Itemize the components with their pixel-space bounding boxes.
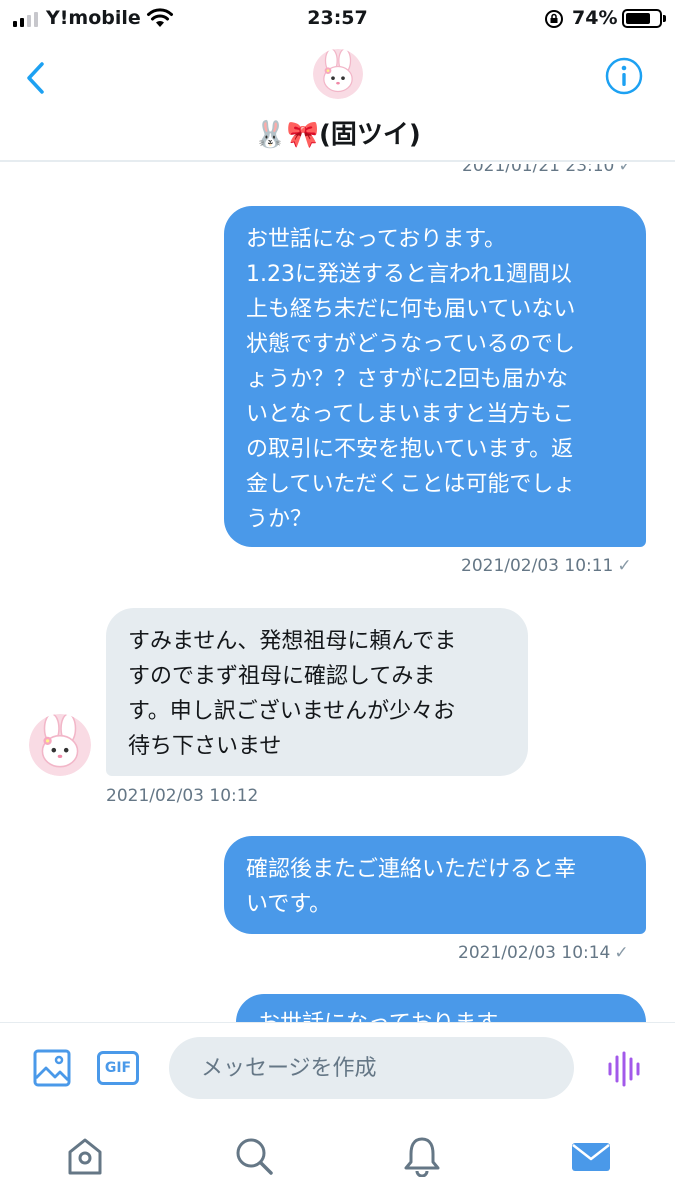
battery-icon — [622, 9, 662, 28]
message-timestamp: 2021/02/03 10:11 ✓ — [461, 556, 632, 576]
message-input[interactable] — [169, 1037, 574, 1099]
home-icon — [68, 1138, 102, 1175]
battery-cap — [663, 15, 666, 22]
message-timestamp: 2021/02/03 10:14 ✓ — [458, 943, 629, 963]
tab-notifications[interactable] — [400, 1134, 444, 1178]
outgoing-message[interactable]: お世話になっております。 — [236, 994, 646, 1022]
message-composer: GIF — [0, 1022, 675, 1112]
image-icon[interactable] — [33, 1049, 71, 1087]
chevron-left-icon[interactable] — [20, 58, 52, 98]
sent-check-icon: ✓ — [618, 164, 633, 176]
outgoing-message[interactable]: 確認後またご連絡いただけると幸 いです。 — [224, 836, 646, 934]
sent-check-icon: ✓ — [617, 556, 632, 576]
rotation-lock-icon — [545, 10, 563, 28]
voice-waveform-icon[interactable] — [606, 1051, 642, 1087]
bunny-character-avatar — [313, 49, 363, 99]
tab-search[interactable] — [232, 1134, 276, 1178]
battery-fill — [626, 13, 650, 24]
battery-percentage: 74% — [572, 7, 618, 29]
message-timestamp: 2021/01/21 23:10 ✓ — [462, 164, 633, 176]
tab-messages[interactable] — [569, 1134, 613, 1178]
conversation-avatar[interactable] — [313, 49, 363, 99]
status-bar: Y!mobile 23:57 74% — [0, 0, 675, 38]
search-icon — [236, 1138, 273, 1175]
messages-icon — [572, 1143, 610, 1171]
sender-avatar[interactable] — [29, 714, 91, 776]
conversation-title: 🐰🎀(固ツイ) — [254, 120, 421, 150]
gif-button[interactable]: GIF — [97, 1051, 139, 1085]
conversation-header: 🐰🎀(固ツイ) — [0, 38, 675, 162]
outgoing-message[interactable]: お世話になっております。 1.23に発送すると言われ1週間以 上も経ち未だに何も… — [224, 206, 646, 547]
tab-home[interactable] — [63, 1134, 107, 1178]
bunny-character-avatar — [29, 714, 91, 776]
sent-check-icon: ✓ — [614, 943, 629, 963]
notifications-icon — [404, 1137, 440, 1177]
message-list[interactable]: 2021/01/21 23:10 ✓ お世話になっております。 1.23に発送する… — [0, 164, 675, 1022]
incoming-message[interactable]: すみません、発想祖母に頼んでま すのでまず祖母に確認してみま す。申し訳ございま… — [106, 608, 528, 776]
bottom-tab-bar — [0, 1112, 675, 1200]
info-icon[interactable] — [604, 56, 644, 96]
message-timestamp: 2021/02/03 10:12 — [106, 786, 259, 806]
